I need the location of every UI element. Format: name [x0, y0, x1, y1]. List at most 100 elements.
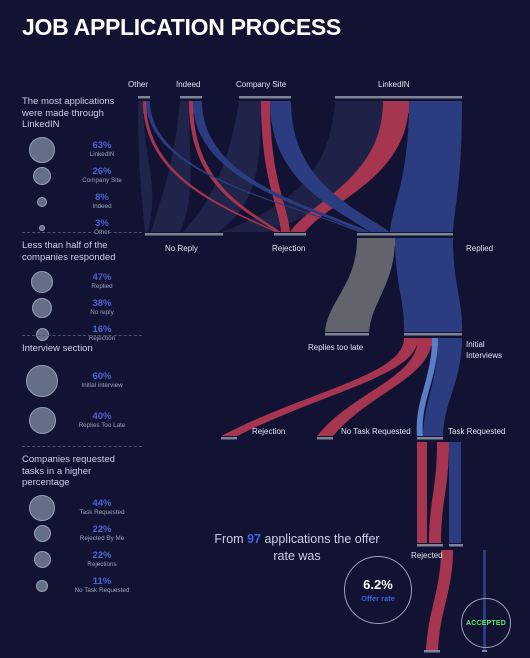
legend-item: 40% Replies Too Late [22, 401, 142, 441]
legend-text: 16% Rejection [62, 325, 142, 343]
legend-label: LinkedIN [89, 150, 115, 158]
bubble-cell [22, 407, 62, 434]
offer-rate-caption: Offer rate [361, 594, 395, 603]
node-label-other: Other [128, 80, 149, 89]
tier2-node-bars [145, 233, 453, 236]
bubble-cell [22, 327, 62, 341]
legend-label: No Task Requested [74, 586, 130, 594]
legend-text: 44% Task Requested [62, 497, 142, 517]
node-label-indeed: Indeed [176, 80, 201, 89]
legend-percent: 11% [92, 575, 112, 587]
legend-panel-interview: Interview section 60% Initial interview … [22, 343, 142, 441]
legend-item: 38% No reply [22, 295, 142, 321]
legend-text: 22% Rejected By Me [62, 523, 142, 543]
bubble-cell [22, 166, 62, 185]
bubble-icon [33, 525, 51, 542]
bubble-cell [22, 196, 62, 207]
flows-interview-to-tasks [221, 338, 462, 436]
legend-panel-tasks: Companies requested tasks in a higher pe… [22, 454, 142, 599]
legend-rows-interview: 60% Initial interview 40% Replies Too La… [22, 361, 142, 441]
node-label-replies-too-late: Replies too late [308, 343, 364, 352]
legend-item: 26% Company Site [22, 163, 142, 189]
legend-title-sources: The most applications were made through … [22, 96, 115, 130]
tier5-node-bars [417, 544, 463, 547]
legend-rows-sources: 63% LinkedIN 26% Company Site 8% Indeed … [22, 136, 142, 241]
offer-rate-badge: 6.2% Offer rate [344, 556, 412, 624]
bubble-cell [22, 136, 62, 163]
legend-percent: 60% [92, 370, 112, 382]
bubble-icon [26, 364, 58, 397]
node-label-no-task-requested: No Task Requested [341, 427, 411, 436]
legend-label: Replied [91, 283, 113, 291]
legend-item: 60% Initial interview [22, 361, 142, 401]
legend-title-responses: Less than half of the companies responde… [22, 240, 116, 263]
offer-rate-sentence: From 97 applications the offer rate was [212, 531, 382, 565]
node-label-initial-interviews: Initial Interviews [466, 340, 503, 360]
legend-text: 47% Replied [62, 273, 142, 291]
legend-text: 38% No reply [62, 299, 142, 317]
legend-label: Rejection [88, 335, 116, 343]
legend-label: Rejected By Me [79, 534, 125, 542]
legend-divider-2 [22, 335, 142, 336]
legend-panel-sources: The most applications were made through … [22, 96, 142, 241]
legend-divider-3 [22, 446, 142, 447]
legend-percent: 40% [92, 410, 112, 422]
legend-title-tasks: Companies requested tasks in a higher pe… [22, 454, 115, 488]
flows-replied-to-interview [325, 238, 463, 332]
sentence-suffix: applications the offer rate was [260, 532, 380, 563]
legend-divider-1 [22, 232, 142, 233]
node-label-linkedin: LinkedIN [378, 80, 410, 89]
tier1-node-bars [138, 96, 462, 99]
tier3-node-bars [325, 333, 462, 336]
legend-percent: 44% [92, 497, 112, 509]
legend-percent: 63% [92, 139, 112, 151]
sentence-prefix: From [214, 532, 248, 546]
bubble-icon [35, 327, 49, 341]
bubble-cell [22, 525, 62, 542]
accepted-badge: ACCEPTED [461, 598, 511, 648]
legend-text: 26% Company Site [62, 166, 142, 185]
accepted-label: ACCEPTED [465, 619, 507, 627]
legend-title-interview: Interview section [22, 343, 93, 354]
legend-text: 40% Replies Too Late [62, 410, 142, 430]
legend-percent: 47% [92, 272, 112, 284]
legend-label: Rejections [87, 560, 117, 568]
legend-text: 11% No Task Requested [62, 575, 142, 595]
legend-rows-tasks: 44% Task Requested 22% Rejected By Me 22… [22, 494, 142, 599]
flows-sources-to-responses [138, 101, 462, 232]
node-label-replied: Replied [466, 244, 494, 253]
legend-item: 47% Replied [22, 269, 142, 295]
legend-item: 8% Indeed [22, 189, 142, 215]
node-label-no-reply: No Reply [165, 244, 198, 253]
legend-label: No reply [90, 309, 114, 317]
legend-label: Replies Too Late [78, 421, 126, 429]
bubble-icon [31, 271, 53, 293]
legend-percent: 8% [95, 191, 109, 203]
legend-percent: 3% [95, 217, 109, 229]
tier4-node-bars [221, 437, 443, 440]
legend-label: Initial interview [81, 381, 123, 389]
bubble-cell [22, 494, 62, 521]
legend-percent: 38% [92, 298, 112, 310]
offer-rate-value: 6.2% [363, 577, 393, 592]
legend-percent: 22% [92, 523, 112, 535]
node-label-company-site: Company Site [236, 80, 287, 89]
bubble-icon [29, 136, 55, 163]
node-label-rejection-tier2: Rejection [272, 244, 306, 253]
legend-text: 22% Rejections [62, 549, 142, 569]
bubble-icon [36, 579, 48, 592]
legend-item: 44% Task Requested [22, 494, 142, 521]
bubble-icon [39, 224, 45, 231]
bubble-icon [28, 407, 56, 434]
legend-text: 3% Other [62, 217, 142, 237]
legend-item: 3% Other [22, 215, 142, 241]
legend-label: Indeed [92, 202, 112, 210]
flows-tasks-to-outcome [417, 442, 461, 543]
legend-label: Task Requested [79, 508, 125, 516]
bubble-cell [22, 224, 62, 231]
legend-text: 63% LinkedIN [62, 139, 142, 159]
bubble-icon [33, 166, 51, 185]
legend-percent: 22% [92, 549, 112, 561]
node-label-task-requested: Task Requested [448, 427, 506, 436]
legend-text: 8% Indeed [62, 191, 142, 211]
